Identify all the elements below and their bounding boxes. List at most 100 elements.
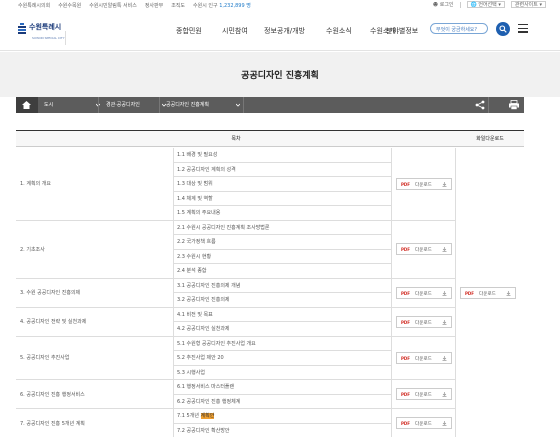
util-link-jeongsa[interactable]: 정사판부: [145, 2, 163, 9]
breadcrumb-level1[interactable]: 도시: [44, 97, 104, 113]
section-item-text: 1.3 대상 및 범위: [177, 181, 213, 187]
download-label: 다운로드: [415, 248, 432, 253]
nav-civil-service[interactable]: 종합민원: [176, 26, 202, 36]
chapter-download-cell: PDF 다운로드: [392, 307, 456, 337]
full-download-button[interactable]: PDF 다운로드: [460, 286, 516, 299]
site-logo[interactable]: 수원특례시 SUWON SPECIAL CITY: [17, 22, 66, 45]
chapter-download-button[interactable]: PDF 다운로드: [396, 388, 452, 400]
pdf-icon: PDF: [401, 181, 410, 187]
breadcrumb-level3[interactable]: 공공디자인 진흥계획: [166, 97, 246, 113]
chapter-download-button[interactable]: PDF 다운로드: [396, 286, 452, 299]
section-item: 7.1 5개년 계획안: [174, 409, 392, 424]
section-item: 1.2 공공디자인 계획의 성격: [174, 162, 392, 177]
download-icon: [442, 319, 447, 325]
chapter-download-button[interactable]: PDF 다운로드: [396, 351, 452, 364]
pdf-icon: PDF: [401, 421, 410, 426]
chapter-title: 4. 공공디자인 전략 및 실천과제: [16, 307, 174, 337]
chapter-title: 1. 계획의 개요: [16, 148, 174, 221]
download-icon: [506, 290, 511, 296]
breadcrumb-level2-label: 경관·공공디자인: [106, 102, 140, 108]
section-item-text: 2.1 수원시 공공디자인 진흥계획 조사방법론: [177, 224, 270, 231]
breadcrumb-divider: [98, 97, 99, 113]
divider: [459, 1, 461, 8]
section-item: 5.1 수원형 공공디자인 추진사업 개요: [174, 336, 392, 351]
utility-bar: 수원특례시의회 수원수목원 수원시민알림톡 서비스 정사판부 조직도 수원시 인…: [0, 0, 560, 10]
util-link-arboretum[interactable]: 수원수목원: [58, 2, 81, 9]
chapter-download-button[interactable]: PDF 다운로드: [396, 177, 452, 190]
chapter-download-cell: PDF 다운로드: [392, 380, 456, 409]
pdf-icon: PDF: [401, 319, 410, 325]
section-item: 2.4 분석 종합: [174, 264, 392, 279]
section-item-text: 1.4 체계 및 역할: [177, 195, 213, 202]
section-item-text: 1.2 공공디자인 계획의 성격: [177, 166, 236, 173]
search-button[interactable]: [496, 22, 510, 36]
chapter-title: 7. 공공디자인 진흥 5개년 계획: [16, 409, 174, 437]
section-item-text: 4.2 공공디자인 실천과제: [177, 326, 230, 332]
population-value: 1,232,899 명: [219, 3, 251, 9]
section-item: 2.3 수원시 현황: [174, 249, 392, 264]
chapter-download-cell: PDF 다운로드: [392, 148, 456, 221]
breadcrumb-level1-label: 도시: [44, 102, 54, 108]
chapter-download-button[interactable]: PDF 다운로드: [396, 243, 452, 255]
full-download-cell: PDF 다운로드: [456, 148, 524, 437]
site-header: 수원특례시 SUWON SPECIAL CITY 종합민원 시민참여 정보공개/…: [0, 11, 560, 51]
breadcrumb-level3-label: 공공디자인 진흥계획: [166, 102, 209, 108]
download-label: 다운로드: [415, 182, 432, 188]
section-item: 4.2 공공디자인 실천과제: [174, 322, 392, 337]
section-item-text: 5.1 수원형 공공디자인 추진사업 개요: [177, 340, 256, 347]
download-icon: [442, 181, 447, 187]
breadcrumb-level2[interactable]: 경관·공공디자인: [106, 97, 172, 113]
nav-info-disclosure[interactable]: 정보공개/개방: [264, 26, 305, 36]
share-icon[interactable]: [474, 100, 486, 110]
chapter-download-button[interactable]: PDF 다운로드: [396, 315, 452, 328]
nav-news[interactable]: 수원소식: [326, 26, 352, 36]
toolbar-divider: [488, 97, 489, 113]
breadcrumb: 도시 경관·공공디자인 공공디자인 진흥계획: [16, 97, 524, 113]
download-icon: [442, 392, 447, 397]
language-label: 언어선택: [478, 2, 497, 8]
chapter-title: 5. 공공디자인 추진사업: [16, 336, 174, 380]
download-icon: [442, 421, 447, 426]
section-item: 6.2 공공디자인 진흥 행정체계: [174, 394, 392, 409]
pdf-icon: PDF: [401, 355, 410, 361]
language-select[interactable]: 🌐 언어선택 ▾: [466, 1, 505, 8]
section-item-text: 4.1 비전 및 목표: [177, 311, 213, 318]
section-item-text: 2.4 분석 종합: [177, 268, 207, 274]
related-sites-select[interactable]: 관련사이트 ▾: [510, 1, 546, 8]
section-item: 3.2 공공디자인 진흥의제: [174, 293, 392, 308]
section-item-text: 3.1 공공디자인 진흥의제 개념: [177, 282, 241, 289]
util-link-alimtalk[interactable]: 수원시민알림톡 서비스: [89, 2, 137, 9]
home-button[interactable]: [16, 97, 38, 113]
nav-participation[interactable]: 시민참여: [222, 26, 248, 36]
section-item-text: 1.5 계획의 주요내용: [177, 210, 221, 216]
section-item: 1.4 체계 및 역할: [174, 191, 392, 206]
logo-subtitle: SUWON SPECIAL CITY: [29, 31, 66, 45]
section-item-text: 7.2 공공디자인 확산방안: [177, 427, 230, 434]
chapter-download-button[interactable]: PDF 다운로드: [396, 417, 452, 429]
highlighted-text: 계획안: [200, 413, 215, 419]
chapter-download-cell: PDF 다운로드: [392, 278, 456, 308]
title-band: 공공디자인 진흥계획: [0, 52, 560, 97]
download-icon: [442, 290, 447, 296]
download-label: 다운로드: [415, 291, 432, 297]
chapter-title: 6. 공공디자인 진흥 행정서비스: [16, 380, 174, 409]
nav-field-info[interactable]: 분야별정보: [386, 26, 418, 36]
section-item: 3.1 공공디자인 진흥의제 개념: [174, 278, 392, 293]
section-item: 2.2 국가정책 흐름: [174, 235, 392, 250]
section-item-text: 6.1 행정서비스 마스터플랜: [177, 384, 235, 390]
util-link-council[interactable]: 수원특례시의회: [18, 2, 50, 9]
chapter-title: 2. 기초조사: [16, 220, 174, 279]
header-download: 화일다운로드: [456, 131, 524, 147]
menu-button[interactable]: [518, 24, 528, 33]
section-item-text: 2.3 수원시 현황: [177, 253, 212, 260]
home-icon: [22, 101, 31, 109]
chapter-download-cell: PDF 다운로드: [392, 220, 456, 279]
print-icon[interactable]: [508, 100, 520, 110]
login-link[interactable]: ☻ 로그인: [433, 1, 454, 8]
download-icon: [442, 355, 447, 361]
section-item: 5.3 시행사업: [174, 365, 392, 380]
search-input[interactable]: 무엇이 궁금하세요?: [430, 23, 488, 34]
pdf-icon: PDF: [401, 247, 410, 252]
population-info: 수원시 인구 1,232,899 명: [193, 2, 251, 9]
util-link-org-chart[interactable]: 조직도: [171, 2, 185, 9]
